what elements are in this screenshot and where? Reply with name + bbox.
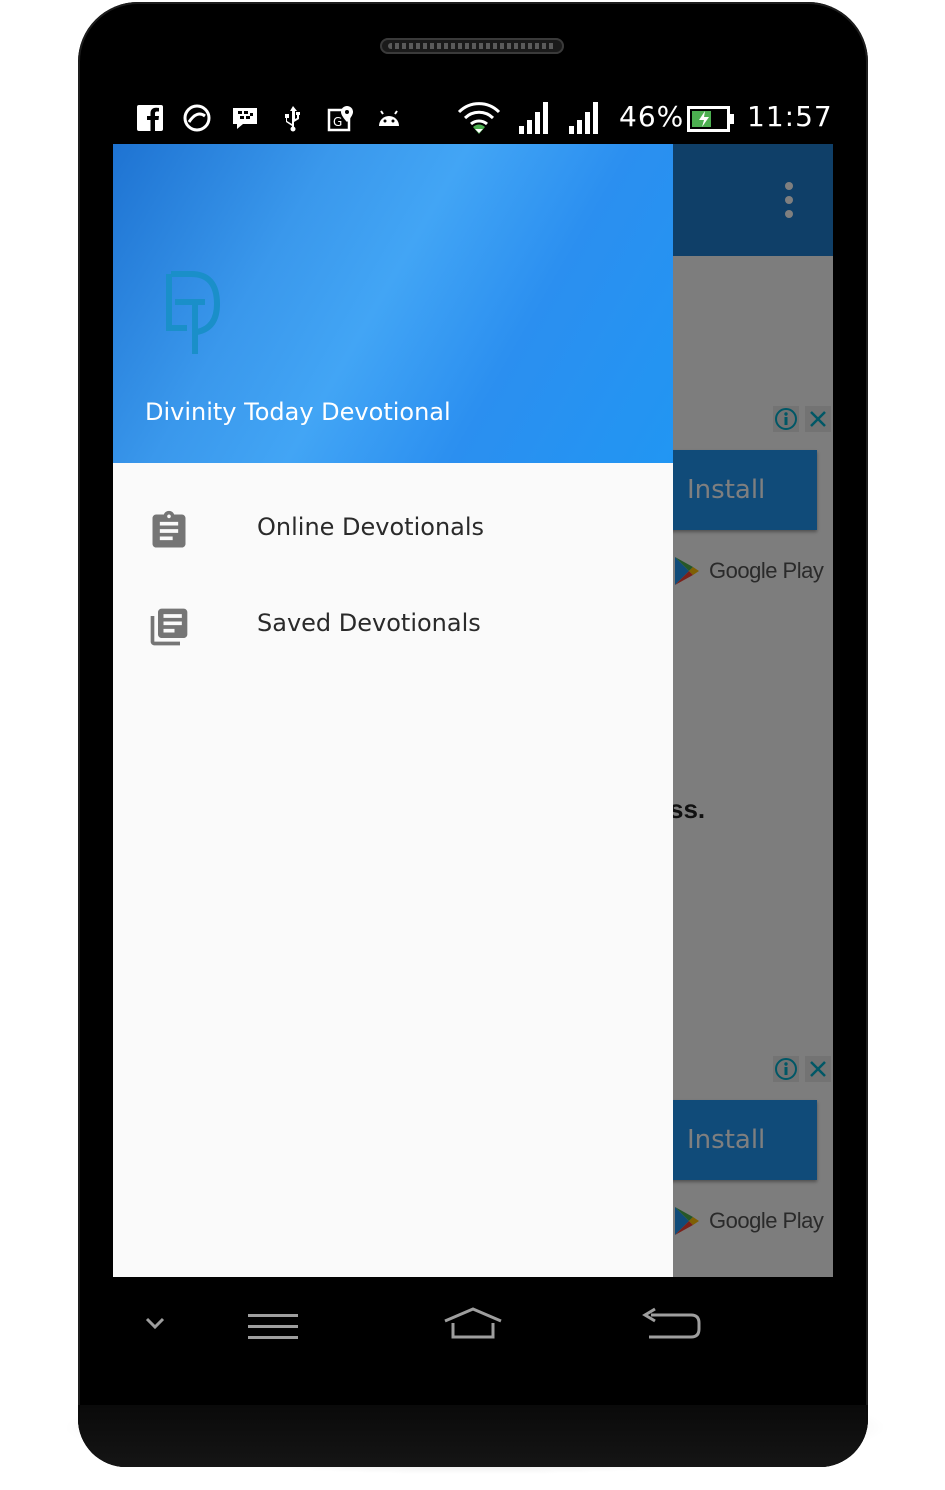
bbm-icon — [233, 108, 257, 129]
signal-icon — [569, 102, 598, 134]
clock: 11:57 — [747, 100, 833, 133]
drawer-header: Divinity Today Devotional — [113, 144, 673, 463]
signal-icon — [519, 102, 548, 134]
android-icon — [379, 110, 399, 126]
drawer-header-title: Divinity Today Devotional — [145, 398, 451, 426]
usb-icon — [285, 106, 300, 132]
drawer-item-saved-devotionals[interactable]: Saved Devotionals — [113, 577, 673, 673]
battery-percent: 46% — [619, 100, 685, 133]
home-icon[interactable] — [443, 1307, 503, 1341]
drawer-item-online-devotionals[interactable]: Online Devotionals — [113, 481, 673, 577]
battery-charging-icon — [687, 106, 734, 132]
back-icon[interactable] — [641, 1307, 703, 1343]
system-nav-bar — [113, 1277, 833, 1377]
location-icon: G — [327, 106, 353, 132]
phone-chin — [78, 1405, 868, 1467]
wifi-icon — [457, 102, 501, 134]
assignment-icon — [152, 510, 186, 548]
screen: Install Google Play ss. — [113, 144, 833, 1277]
navigation-drawer: Divinity Today Devotional Online Devotio… — [113, 144, 673, 1277]
dt-logo — [166, 271, 221, 354]
status-bar: G 46% 11:57 — [113, 96, 833, 144]
headset-app-icon — [183, 104, 211, 132]
drawer-item-label: Saved Devotionals — [257, 609, 481, 637]
earpiece-speaker — [380, 38, 564, 54]
svg-text:G: G — [333, 115, 342, 129]
library-books-icon — [150, 608, 188, 646]
menu-icon[interactable] — [247, 1311, 301, 1341]
hide-nav-icon[interactable] — [141, 1313, 169, 1333]
facebook-icon — [137, 105, 163, 131]
drawer-item-label: Online Devotionals — [257, 513, 485, 541]
